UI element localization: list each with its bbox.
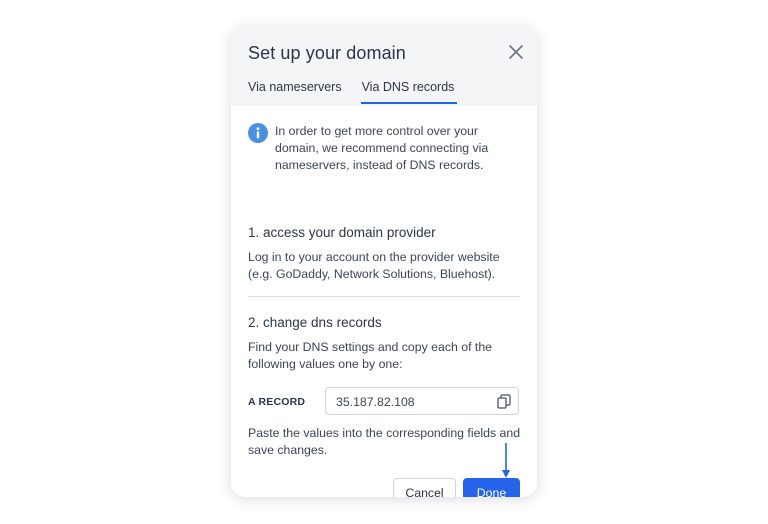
info-icon [248, 123, 268, 143]
arrow-down-glyph [502, 443, 510, 478]
step2-text: Find your DNS settings and copy each of … [248, 340, 493, 371]
cancel-button[interactable]: Cancel [393, 478, 456, 497]
step2-footer-text: Paste the values into the corresponding … [248, 426, 521, 457]
info-text: In order to get more control over your d… [275, 124, 489, 172]
done-button[interactable]: Done [463, 478, 520, 497]
modal-header: Set up your domain Via nameservers Via D… [231, 27, 537, 106]
a-record-field[interactable]: 35.187.82.108 [325, 387, 519, 415]
modal-title: Set up your domain [248, 43, 406, 63]
tab-via-nameservers[interactable]: Via nameservers [248, 80, 342, 104]
step1-text: Log in to your account on the provider w… [248, 250, 500, 281]
arrow-down-icon [501, 443, 511, 480]
copy-icon[interactable] [497, 394, 511, 409]
section-divider [248, 296, 520, 297]
setup-domain-modal: Set up your domain Via nameservers Via D… [231, 27, 537, 497]
a-record-value: 35.187.82.108 [336, 395, 415, 409]
copy-icon-glyph [497, 394, 511, 409]
tab-via-dns-records[interactable]: Via DNS records [360, 80, 458, 104]
close-icon-glyph [509, 45, 523, 59]
info-icon-glyph [256, 127, 260, 139]
step1-title: 1. access your domain provider [248, 225, 436, 240]
step2-title: 2. change dns records [248, 315, 382, 330]
close-icon[interactable] [508, 44, 524, 60]
tab-bar: Via nameservers Via DNS records [248, 80, 458, 106]
a-record-label: A RECORD [248, 396, 306, 408]
